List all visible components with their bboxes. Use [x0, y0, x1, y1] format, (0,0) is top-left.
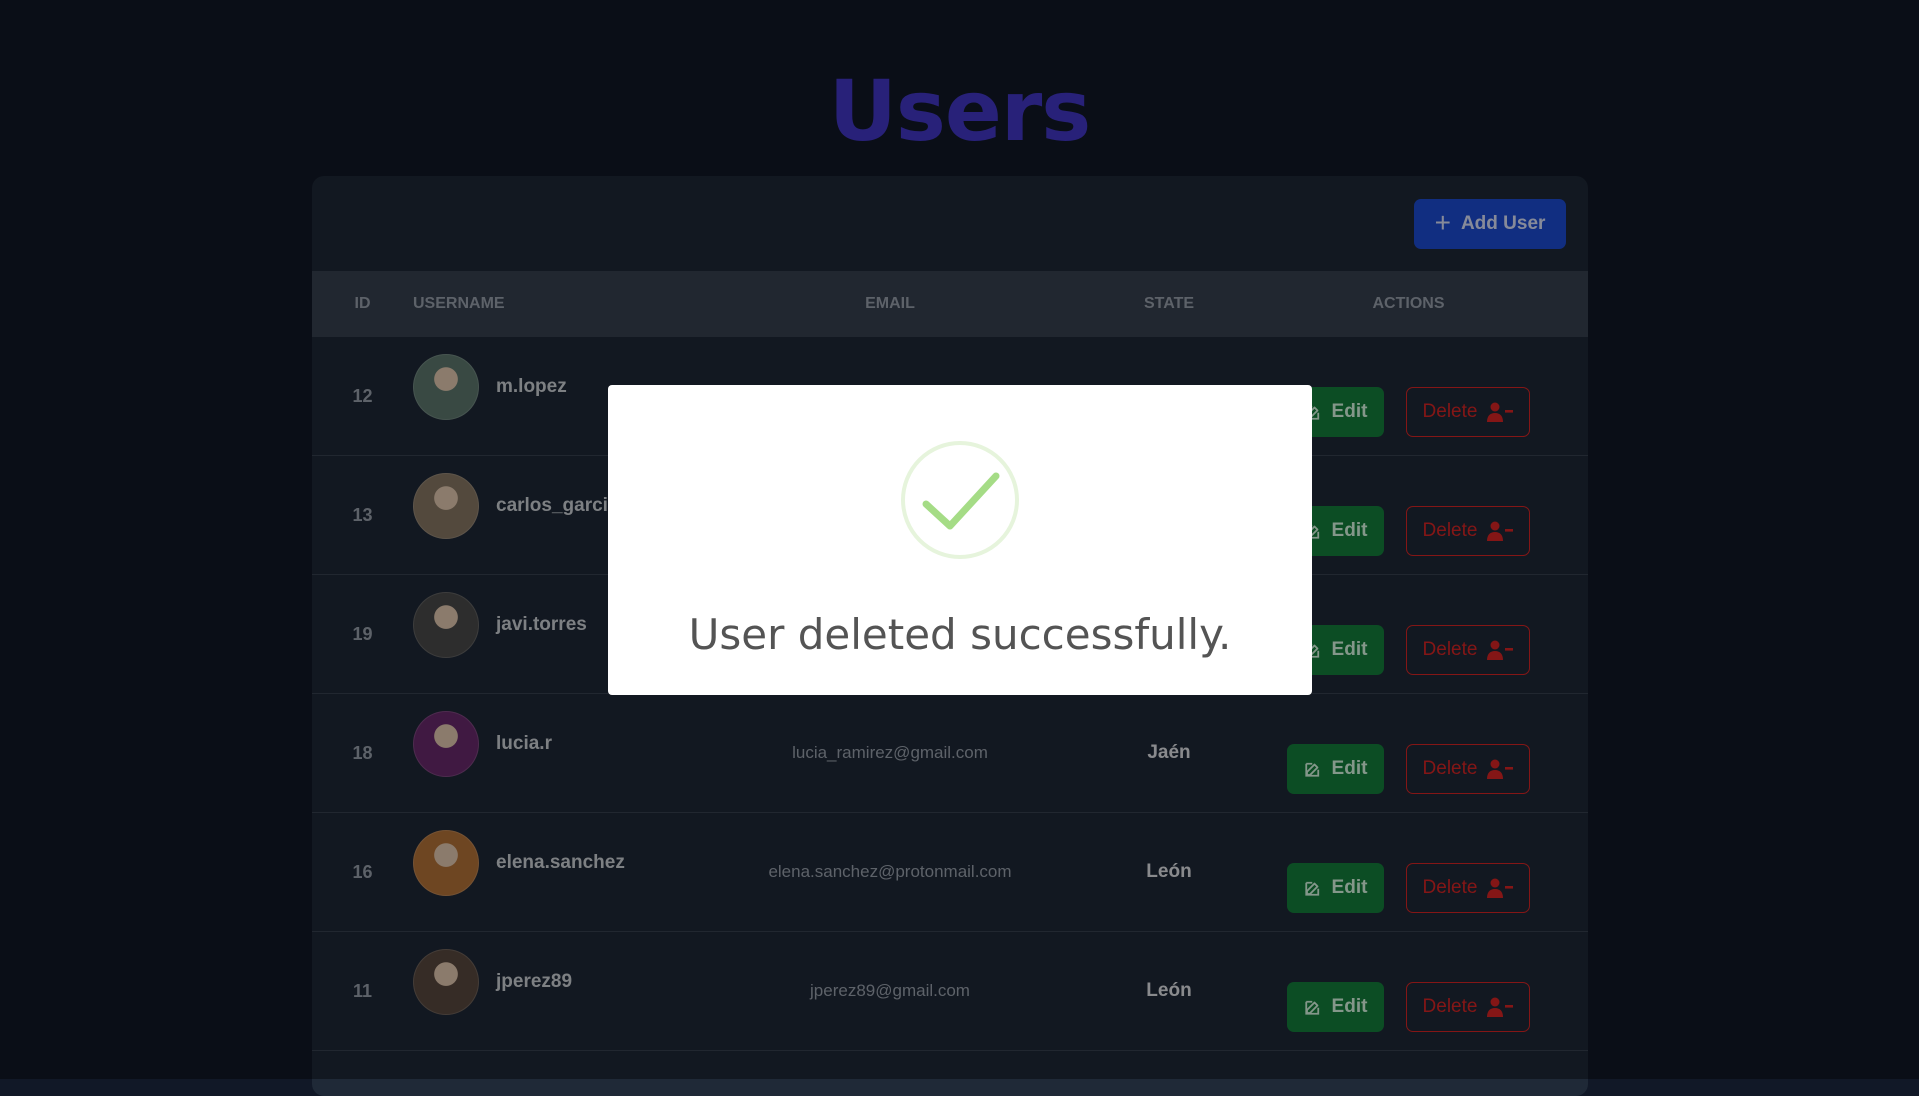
modal-message: User deleted successfully.: [688, 610, 1232, 659]
page: Users + Add User ID USERNAME EMAIL STATE…: [0, 0, 1919, 1096]
success-dialog: User deleted successfully.: [608, 385, 1312, 695]
success-check-icon: [901, 441, 1019, 559]
